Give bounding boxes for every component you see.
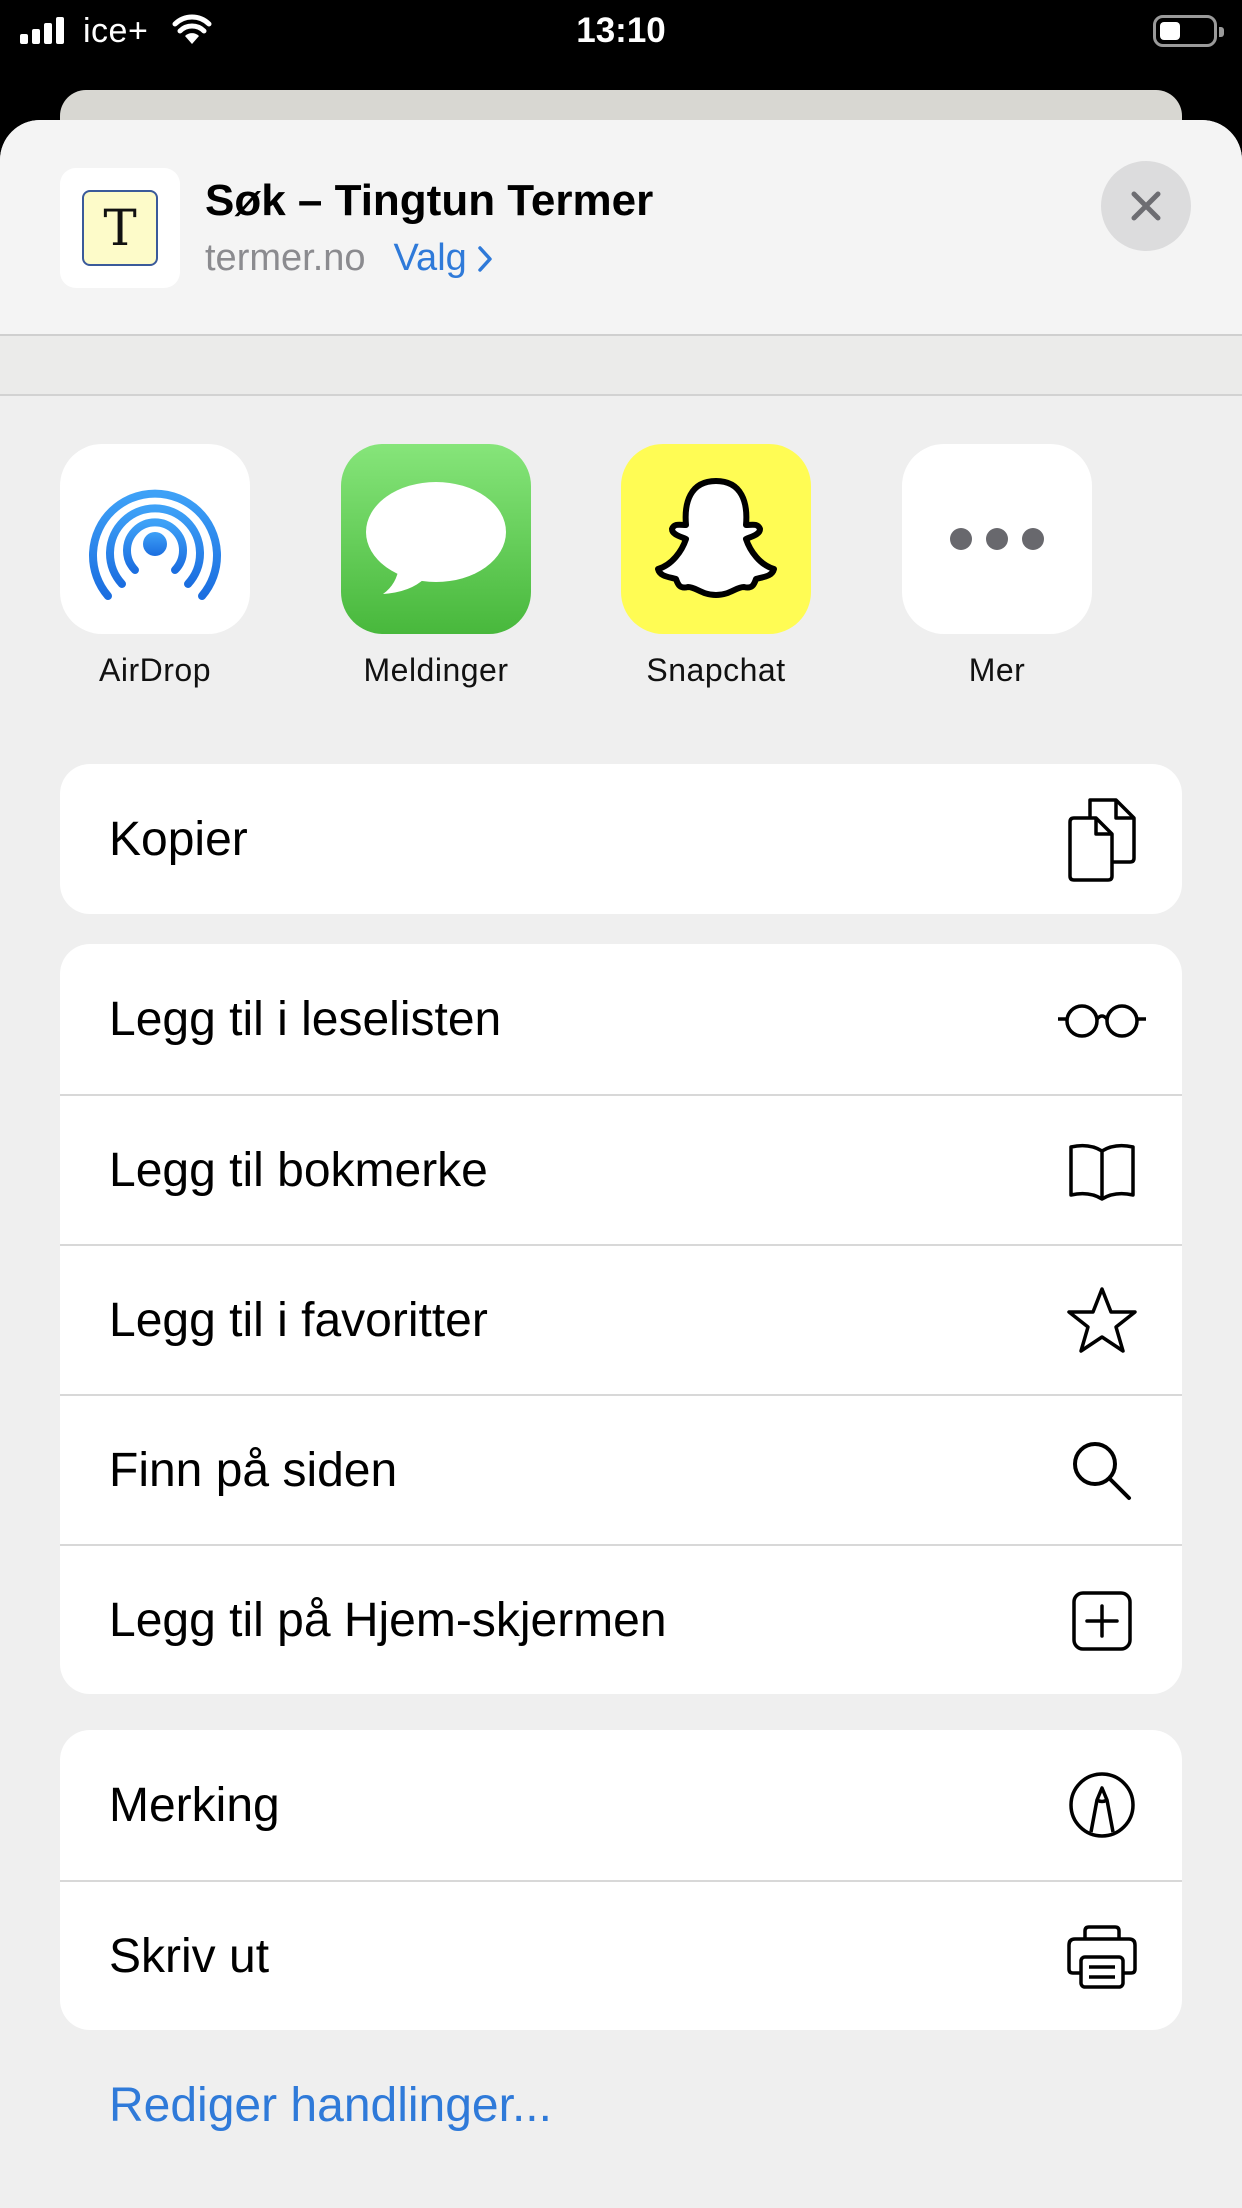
close-button[interactable] xyxy=(1101,161,1191,251)
share-target-label: AirDrop xyxy=(99,652,211,688)
star-icon xyxy=(1062,1281,1142,1361)
share-targets: AirDrop Meldinger Snapchat Mer xyxy=(0,444,1242,704)
action-add-favorite[interactable]: Legg til i favoritter xyxy=(60,1244,1182,1394)
markup-icon xyxy=(1062,1765,1142,1845)
more-icon xyxy=(902,444,1092,634)
edit-actions-link[interactable]: Rediger handlinger... xyxy=(109,2078,552,2133)
action-add-bookmark[interactable]: Legg til bokmerke xyxy=(60,1094,1182,1244)
share-target-label: Meldinger xyxy=(363,652,509,688)
airdrop-icon xyxy=(60,444,250,634)
site-subtitle: termer.no Valg xyxy=(205,237,493,280)
clock: 13:10 xyxy=(576,11,666,50)
action-group-copy: Kopier xyxy=(60,764,1182,914)
battery-icon xyxy=(1153,15,1224,47)
add-square-icon xyxy=(1062,1581,1142,1661)
share-target-snapchat[interactable]: Snapchat xyxy=(621,444,811,689)
action-label: Legg til bokmerke xyxy=(109,1143,488,1197)
options-button[interactable]: Valg xyxy=(394,237,493,280)
action-find-on-page[interactable]: Finn på siden xyxy=(60,1394,1182,1544)
action-label: Legg til i leselisten xyxy=(109,992,502,1046)
action-add-to-home-screen[interactable]: Legg til på Hjem-skjermen xyxy=(60,1544,1182,1694)
header-strip xyxy=(0,336,1242,396)
action-group-tools: Merking Skriv ut xyxy=(60,1730,1182,2030)
search-icon xyxy=(1062,1431,1142,1511)
chevron-right-icon xyxy=(478,245,492,272)
close-icon xyxy=(1131,191,1161,221)
action-label: Finn på siden xyxy=(109,1443,398,1497)
share-target-label: Mer xyxy=(968,652,1026,688)
action-group-page: Legg til i leselisten Legg til bokmerke … xyxy=(60,944,1182,1694)
action-markup[interactable]: Merking xyxy=(60,1730,1182,1880)
options-label: Valg xyxy=(393,237,467,279)
site-domain: termer.no xyxy=(205,237,366,279)
share-target-messages[interactable]: Meldinger xyxy=(341,444,531,689)
action-label: Legg til i favoritter xyxy=(109,1293,488,1347)
messages-icon xyxy=(341,444,531,634)
action-label: Legg til på Hjem-skjermen xyxy=(109,1593,667,1647)
action-copy[interactable]: Kopier xyxy=(60,764,1182,914)
status-bar: ice+ 13:10 xyxy=(0,0,1242,64)
printer-icon xyxy=(1062,1917,1142,1997)
action-label: Merking xyxy=(109,1778,280,1832)
action-print[interactable]: Skriv ut xyxy=(60,1880,1182,2030)
action-label: Kopier xyxy=(109,812,248,866)
share-target-label: Snapchat xyxy=(646,652,786,688)
copy-icon xyxy=(1062,798,1142,882)
share-target-airdrop[interactable]: AirDrop xyxy=(60,444,250,689)
action-add-reading-list[interactable]: Legg til i leselisten xyxy=(60,944,1182,1094)
share-target-more[interactable]: Mer xyxy=(902,444,1092,689)
site-icon-letter: T xyxy=(82,190,158,266)
site-icon: T xyxy=(60,168,180,288)
action-label: Skriv ut xyxy=(109,1929,270,1983)
snapchat-icon xyxy=(621,444,811,634)
page-title: Søk – Tingtun Termer xyxy=(205,176,654,225)
share-sheet-header: T Søk – Tingtun Termer termer.no Valg xyxy=(0,120,1242,336)
book-icon xyxy=(1062,1131,1142,1211)
glasses-icon xyxy=(1056,979,1148,1059)
